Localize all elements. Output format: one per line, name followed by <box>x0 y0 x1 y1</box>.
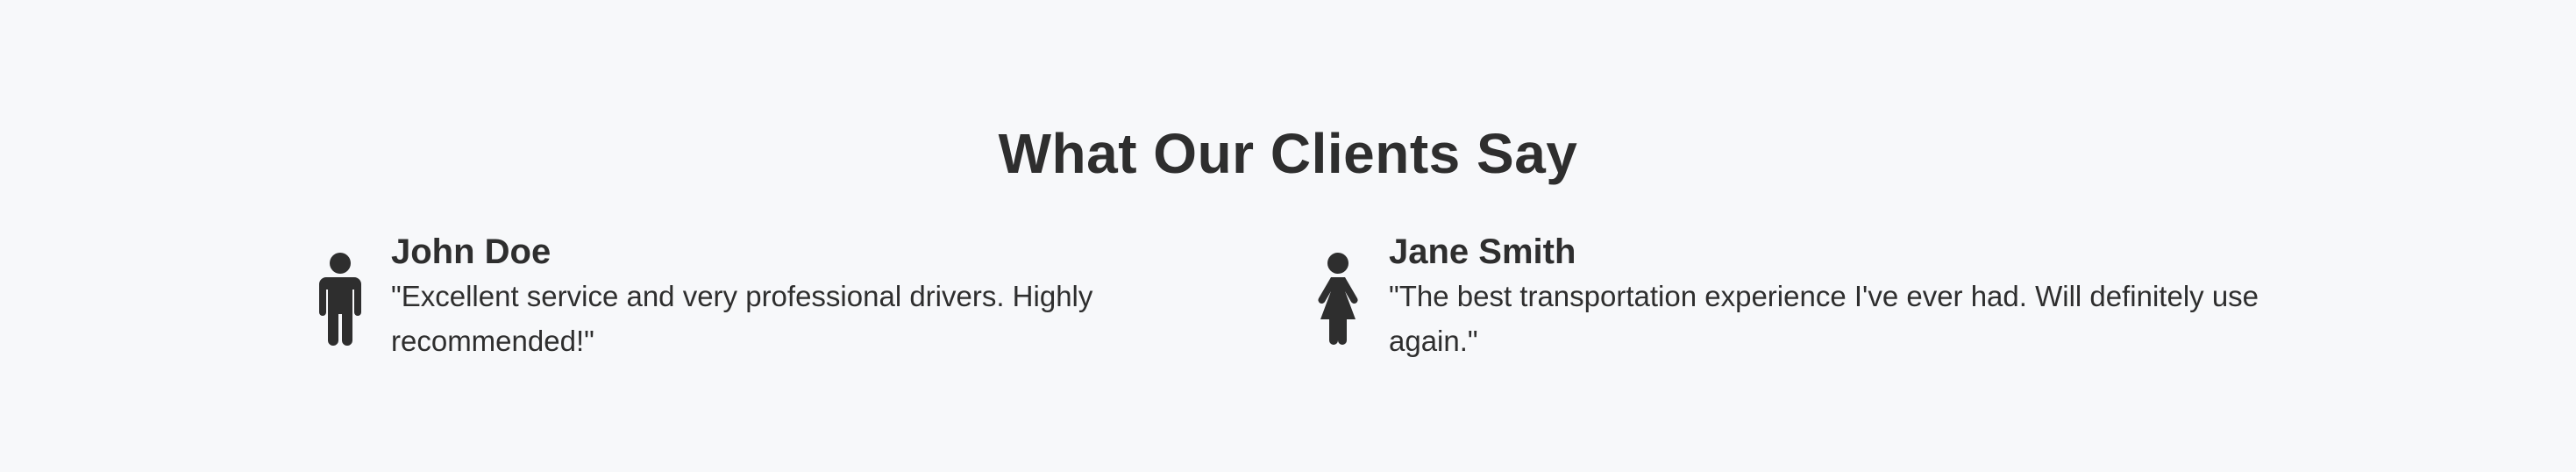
female-icon <box>1312 251 1364 347</box>
client-quote: "The best transportation experience I've… <box>1389 280 2259 357</box>
client-name: John Doe <box>391 232 551 271</box>
testimonial-body: Jane Smith "The best transportation expe… <box>1389 230 2266 363</box>
testimonial-card: John Doe "Excellent service and very pro… <box>314 230 1110 363</box>
testimonial-body: John Doe "Excellent service and very pro… <box>391 230 1110 363</box>
testimonials-section: What Our Clients Say John Doe "Excellent… <box>0 0 2576 472</box>
client-name: Jane Smith <box>1389 232 1576 271</box>
male-icon <box>314 251 366 347</box>
testimonial-card: Jane Smith "The best transportation expe… <box>1312 230 2266 363</box>
section-title: What Our Clients Say <box>998 122 1578 185</box>
client-quote: "Excellent service and very professional… <box>391 280 1093 357</box>
